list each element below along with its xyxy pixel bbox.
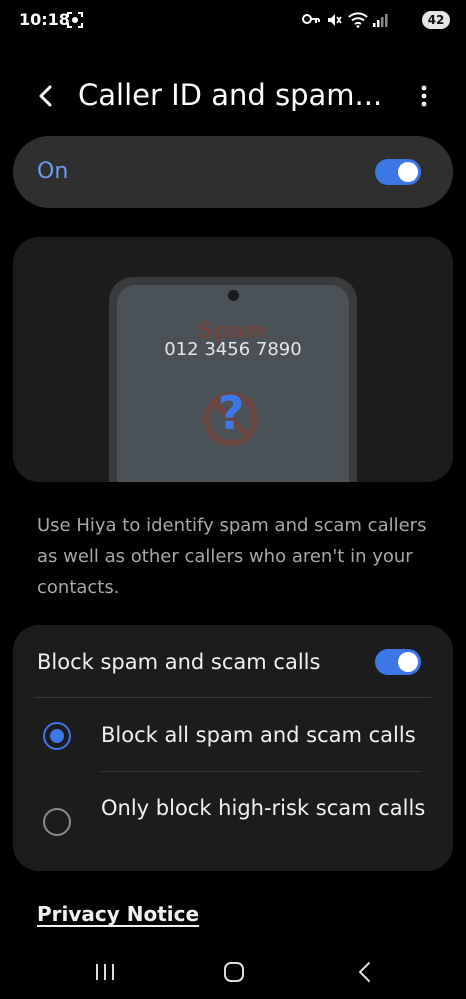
phone-screen — [117, 285, 349, 482]
status-bar: 10:18 42 — [0, 0, 466, 40]
back-icon — [359, 962, 370, 982]
divider — [101, 771, 421, 772]
wifi-icon — [348, 12, 368, 28]
page-title: Caller ID and spam... — [78, 78, 383, 112]
radio-block-all[interactable] — [43, 722, 71, 750]
radio-high-risk[interactable] — [43, 808, 71, 836]
switch-knob — [398, 162, 418, 182]
block-calls-title: Block spam and scam calls — [37, 650, 321, 674]
description-text: Use Hiya to identify spam and scam calle… — [37, 515, 427, 598]
home-button[interactable] — [217, 955, 251, 989]
vpn-key-icon — [302, 14, 320, 24]
master-toggle-card[interactable]: On — [13, 136, 453, 208]
screenshot-icon — [66, 11, 84, 33]
signal-icon — [373, 14, 388, 27]
block-calls-switch[interactable] — [375, 649, 421, 675]
app-header: Caller ID and spam... — [0, 70, 466, 122]
illustration-card: Spam 012 3456 7890 ? — [13, 237, 453, 482]
status-time: 10:18 — [19, 10, 70, 29]
divider — [35, 697, 431, 698]
recent-apps-button[interactable] — [88, 955, 122, 989]
option-label-block-all: Block all spam and scam calls — [101, 723, 416, 747]
privacy-notice-link[interactable]: Privacy Notice — [37, 902, 199, 926]
question-block-icon: ? — [204, 386, 258, 446]
back-button[interactable] — [30, 80, 62, 112]
mute-icon — [328, 14, 342, 26]
switch-knob — [398, 652, 418, 672]
svg-text:?: ? — [218, 386, 245, 440]
master-toggle-label: On — [37, 159, 69, 184]
battery-indicator: 42 — [422, 11, 450, 29]
recent-apps-icon — [96, 964, 114, 980]
block-calls-card: Block spam and scam calls Block all spam… — [13, 625, 453, 871]
home-icon — [224, 962, 244, 982]
phone-camera — [228, 290, 239, 301]
nav-bar — [0, 945, 466, 999]
more-vertical-icon — [421, 85, 427, 107]
more-options-button[interactable] — [412, 80, 436, 112]
option-label-high-risk: Only block high-risk scam calls — [101, 796, 426, 820]
phone-illustration: Spam 012 3456 7890 ? — [109, 277, 357, 482]
phone-number: 012 3456 7890 — [164, 339, 302, 360]
nav-back-button[interactable] — [348, 955, 382, 989]
status-icons: 42 — [300, 10, 450, 30]
master-toggle-switch[interactable] — [375, 159, 421, 185]
chevron-left-icon — [39, 85, 52, 107]
